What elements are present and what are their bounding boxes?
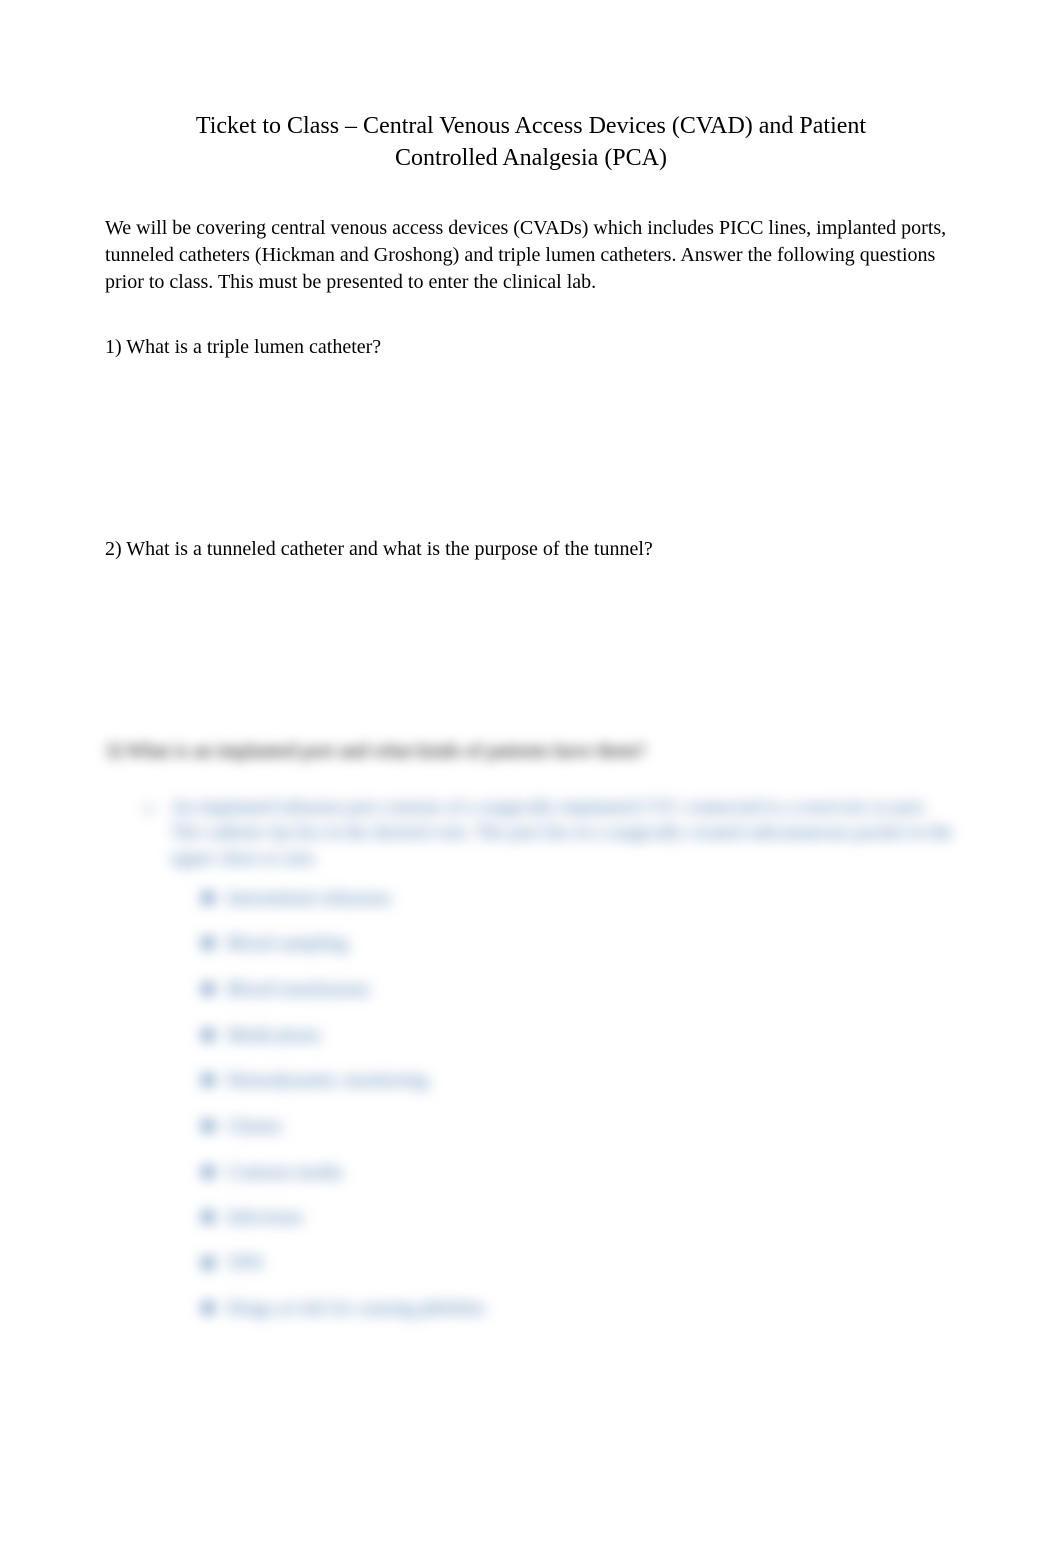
list-item-label: Drugs at risk for causing phlebitis [227,1296,485,1322]
square-bullet-icon [203,1258,213,1268]
list-item-label: Blood sampling [227,931,348,957]
list-item-label: TPN [227,1251,263,1277]
blur-gradient-overlay [105,612,705,660]
list-item-label: Hemodynamic monitoring [227,1068,428,1094]
square-bullet-icon [203,1167,213,1177]
list-item-label: Chemo [227,1114,282,1140]
intro-paragraph: We will be covering central venous acces… [105,215,957,296]
list-item-label: Blood transfusions [227,977,370,1003]
list-item: Medications [203,1023,957,1049]
list-item: Blood transfusions [203,977,957,1003]
square-bullet-icon [203,938,213,948]
list-item: Infections [203,1205,957,1231]
question-2: 2) What is a tunneled catheter and what … [105,536,957,563]
list-item: Drugs at risk for causing phlebitis [203,1296,957,1322]
square-bullet-icon [203,1212,213,1222]
square-bullet-icon [203,893,213,903]
list-item: Intermittent infusions [203,886,957,912]
square-bullet-icon [203,1303,213,1313]
blurred-answer-region: An implanted infusion port consists of a… [143,795,957,1322]
square-bullet-icon [203,1075,213,1085]
list-item: Hemodynamic monitoring [203,1068,957,1094]
square-bullet-icon [203,984,213,994]
list-item-label: Infections [227,1205,303,1231]
list-item-label: Medications [227,1023,321,1049]
list-item-label: Intermittent infusions [227,886,391,912]
square-bullet-icon [203,1030,213,1040]
question-3: 3) What is an implanted port and what ki… [105,738,957,765]
question-1: 1) What is a triple lumen catheter? [105,334,957,361]
list-item: Contrast media [203,1160,957,1186]
hollow-bullet-icon [143,800,157,814]
answer-3-main: An implanted infusion port consists of a… [143,795,957,872]
square-bullet-icon [203,1121,213,1131]
list-item-label: Contrast media [227,1160,343,1186]
list-item: TPN [203,1251,957,1277]
answer-3-sublist: Intermittent infusions Blood sampling Bl… [203,886,957,1322]
list-item: Blood sampling [203,931,957,957]
page-title: Ticket to Class – Central Venous Access … [105,110,957,175]
answer-3-main-text: An implanted infusion port consists of a… [171,795,957,872]
list-item: Chemo [203,1114,957,1140]
